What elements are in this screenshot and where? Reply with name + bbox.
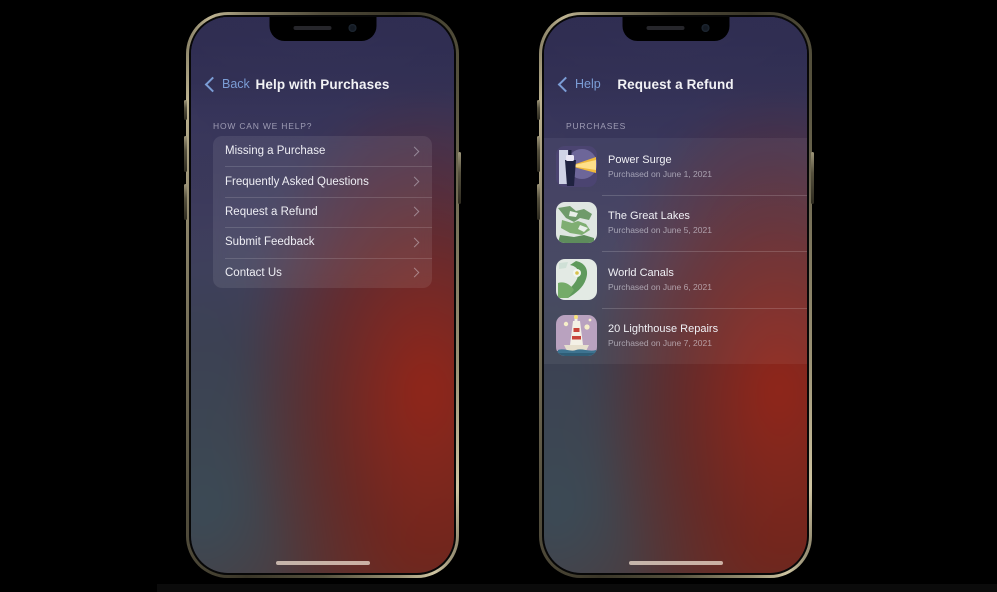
section-header-left: HOW CAN WE HELP? xyxy=(213,121,313,131)
page-title-left: Help with Purchases xyxy=(255,77,390,92)
lighthouse-beam-app-icon xyxy=(556,145,597,187)
chevron-right-icon xyxy=(409,176,420,187)
home-indicator[interactable] xyxy=(628,561,723,565)
purchase-row-power-surge[interactable]: Power Surge Purchased on June 1, 2021 xyxy=(544,138,807,195)
lighthouse-icon-art xyxy=(556,315,597,357)
purchase-title: 20 Lighthouse Repairs xyxy=(608,323,719,336)
list-item-label: Contact Us xyxy=(225,266,282,279)
earpiece-speaker-icon xyxy=(293,26,331,30)
power-button[interactable] xyxy=(458,152,461,204)
list-item-request-a-refund[interactable]: Request a Refund xyxy=(213,196,432,227)
chevron-right-icon xyxy=(409,207,420,217)
purchase-row-the-great-lakes[interactable]: The Great Lakes Purchased on June 5, 202… xyxy=(544,194,807,252)
purchase-row-text: 20 Lighthouse Repairs Purchased on June … xyxy=(608,323,718,348)
purchases-list: Power Surge Purchased on June 1, 2021 Th… xyxy=(544,138,807,364)
list-item-label: Missing a Purchase xyxy=(225,145,326,158)
device-bezel-right: Help Request a Refund PURCHASES Power Su… xyxy=(544,17,807,573)
device-bezel-left: Back Help with Purchases HOW CAN WE HELP… xyxy=(191,17,454,573)
purchase-row-text: The Great Lakes Purchased on June 5, 202… xyxy=(608,210,712,235)
notch xyxy=(622,17,729,41)
purchase-date: Purchased on June 7, 2021 xyxy=(608,338,712,349)
purchase-title: The Great Lakes xyxy=(608,210,690,223)
lighthouse-app-icon xyxy=(556,315,597,357)
canal-map-icon-art xyxy=(556,258,597,300)
earpiece-speaker-icon xyxy=(646,26,684,30)
iphone-device-right: Help Request a Refund PURCHASES Power Su… xyxy=(537,12,814,578)
purchase-date: Purchased on June 5, 2021 xyxy=(608,225,712,236)
canal-map-app-icon xyxy=(556,258,597,300)
purchase-date: Purchased on June 1, 2021 xyxy=(608,168,712,179)
iphone-device-left: Back Help with Purchases HOW CAN WE HELP… xyxy=(184,12,461,578)
screen-left: Back Help with Purchases HOW CAN WE HELP… xyxy=(191,17,454,573)
volume-up-button[interactable] xyxy=(537,136,540,172)
lakes-map-app-icon xyxy=(556,202,597,244)
purchase-title: World Canals xyxy=(608,266,674,279)
lighthouse-beam-icon-art xyxy=(556,145,597,187)
purchase-row-text: World Canals Purchased on June 6, 2021 xyxy=(608,267,712,292)
purchase-row-text: Power Surge Purchased on June 1, 2021 xyxy=(608,154,712,179)
notch xyxy=(269,17,376,41)
purchase-title: Power Surge xyxy=(608,153,672,166)
bottom-edge-strip xyxy=(157,584,997,592)
list-item-label: Submit Feedback xyxy=(225,236,315,249)
list-item-missing-a-purchase[interactable]: Missing a Purchase xyxy=(213,136,432,166)
volume-up-button[interactable] xyxy=(184,136,187,172)
screen-right: Help Request a Refund PURCHASES Power Su… xyxy=(544,17,807,573)
chevron-right-icon xyxy=(409,146,420,157)
list-item-frequently-asked-questions[interactable]: Frequently Asked Questions xyxy=(213,166,432,196)
list-item-submit-feedback[interactable]: Submit Feedback xyxy=(213,227,432,257)
purchase-date: Purchased on June 6, 2021 xyxy=(608,281,712,292)
purchase-row-world-canals[interactable]: World Canals Purchased on June 6, 2021 xyxy=(544,251,807,308)
scene-backdrop: Back Help with Purchases HOW CAN WE HELP… xyxy=(0,0,997,592)
list-item-contact-us[interactable]: Contact Us xyxy=(213,257,432,288)
chevron-right-icon xyxy=(409,267,420,278)
page-title-right: Request a Refund xyxy=(617,77,734,92)
purchase-row-20-lighthouse-repairs[interactable]: 20 Lighthouse Repairs Purchased on June … xyxy=(544,307,807,365)
lakes-map-icon-art xyxy=(556,202,597,244)
volume-down-button[interactable] xyxy=(537,184,540,220)
chevron-right-icon xyxy=(409,237,420,248)
front-camera-icon xyxy=(701,24,709,32)
power-button[interactable] xyxy=(811,152,814,204)
home-indicator[interactable] xyxy=(275,561,370,565)
help-options-list: Missing a Purchase Frequently Asked Ques… xyxy=(213,136,432,288)
volume-down-button[interactable] xyxy=(184,184,187,220)
list-item-label: Frequently Asked Questions xyxy=(225,175,369,188)
mute-switch-button[interactable] xyxy=(537,100,540,120)
mute-switch-button[interactable] xyxy=(184,100,187,120)
front-camera-icon xyxy=(348,24,356,32)
section-header-right: PURCHASES xyxy=(566,121,627,131)
list-item-label: Request a Refund xyxy=(225,205,318,218)
